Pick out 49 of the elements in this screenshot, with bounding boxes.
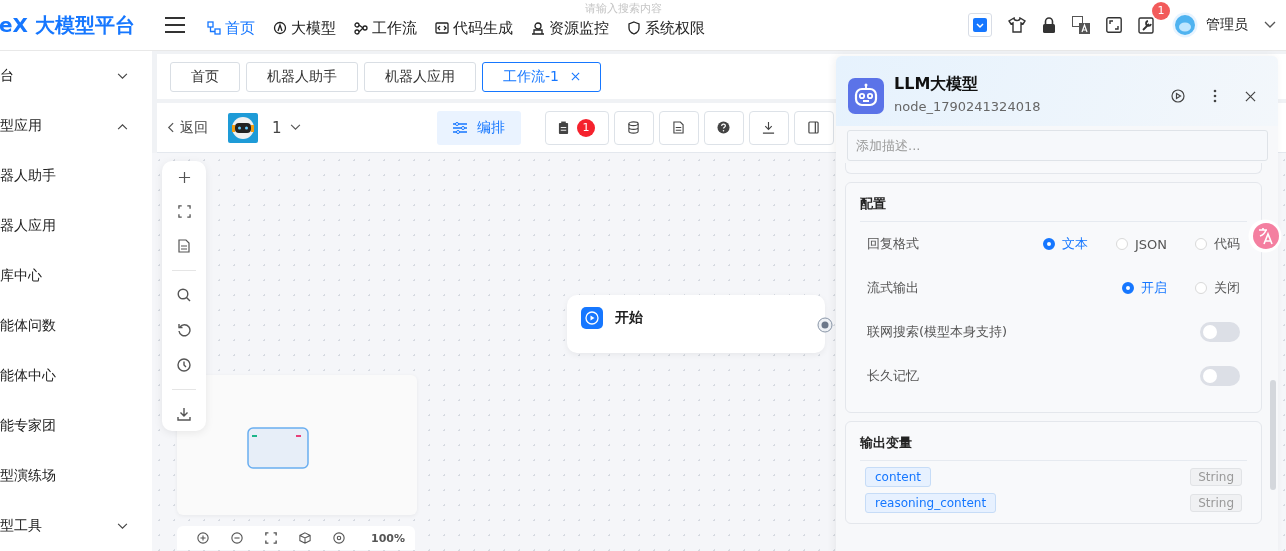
logo-text: eX 大模型平台 — [0, 11, 136, 39]
tab[interactable]: 机器人助手 — [246, 61, 358, 92]
clipboard-button[interactable]: 1 — [544, 110, 609, 145]
tab[interactable]: 首页 — [170, 61, 240, 92]
user-name[interactable]: 管理员 — [1206, 16, 1248, 34]
variable-tag: reasoning_content — [865, 493, 997, 513]
sidebar-item[interactable]: 能体问数 — [0, 301, 152, 351]
sidebar-item[interactable]: 能体中心 — [0, 351, 152, 401]
sidebar-item[interactable]: 器人应用 — [0, 201, 152, 251]
back-button[interactable]: 返回 — [167, 118, 208, 137]
radio-option[interactable]: 代码 — [1195, 235, 1240, 253]
sidebar-item[interactable]: 能专家团 — [0, 401, 152, 451]
section-title: 配置 — [860, 183, 1247, 222]
type-tag: String — [1190, 494, 1242, 512]
variable-tag: content — [865, 467, 931, 487]
panel-title: LLM大模型 — [894, 74, 980, 95]
start-node[interactable]: 开始 — [567, 295, 825, 353]
sidebar-item[interactable]: 台 — [0, 51, 152, 101]
field-label: 联网搜索(模型本身支持) — [867, 323, 1008, 341]
nav-item[interactable]: 资源监控 — [531, 20, 609, 36]
node-id: node_1790241324018 — [894, 99, 1041, 114]
sidebar-item[interactable]: 型演练场 — [0, 451, 152, 501]
nav-item[interactable]: 大模型 — [273, 20, 336, 36]
notification-badge: 1 — [1152, 2, 1170, 20]
version-select[interactable]: 1 — [266, 117, 307, 138]
sidebar-item[interactable]: 型应用 — [0, 101, 152, 151]
node-title: 开始 — [615, 309, 643, 327]
radio-option[interactable]: JSON — [1115, 235, 1167, 253]
type-tag: String — [1190, 468, 1242, 486]
count-badge: 1 — [577, 118, 596, 137]
radio-option[interactable]: 文本 — [1042, 235, 1088, 253]
nav-item[interactable]: 工作流 — [354, 20, 417, 36]
radio-option[interactable]: 关闭 — [1195, 279, 1240, 297]
zoom-level: 100% — [371, 531, 405, 545]
field-label: 回复格式 — [867, 235, 919, 253]
field-label: 长久记忆 — [867, 367, 919, 385]
sidebar-item[interactable]: 器人助手 — [0, 151, 152, 201]
tab[interactable]: 机器人应用 — [364, 61, 476, 92]
nav-item[interactable]: 首页 — [207, 20, 255, 36]
nav-item[interactable]: 代码生成 — [435, 20, 513, 36]
sidebar-item[interactable]: 型工具 — [0, 501, 152, 551]
tab[interactable]: 工作流-1 — [482, 61, 601, 92]
description-field[interactable]: 添加描述... — [847, 130, 1268, 161]
radio-option[interactable]: 开启 — [1122, 279, 1167, 297]
arrange-button[interactable]: 编排 — [436, 110, 521, 145]
field-label: 流式输出 — [867, 279, 919, 297]
sidebar-item[interactable]: 库中心 — [0, 251, 152, 301]
nav-item[interactable]: 系统权限 — [627, 20, 705, 36]
section-title: 输出变量 — [860, 422, 1247, 461]
